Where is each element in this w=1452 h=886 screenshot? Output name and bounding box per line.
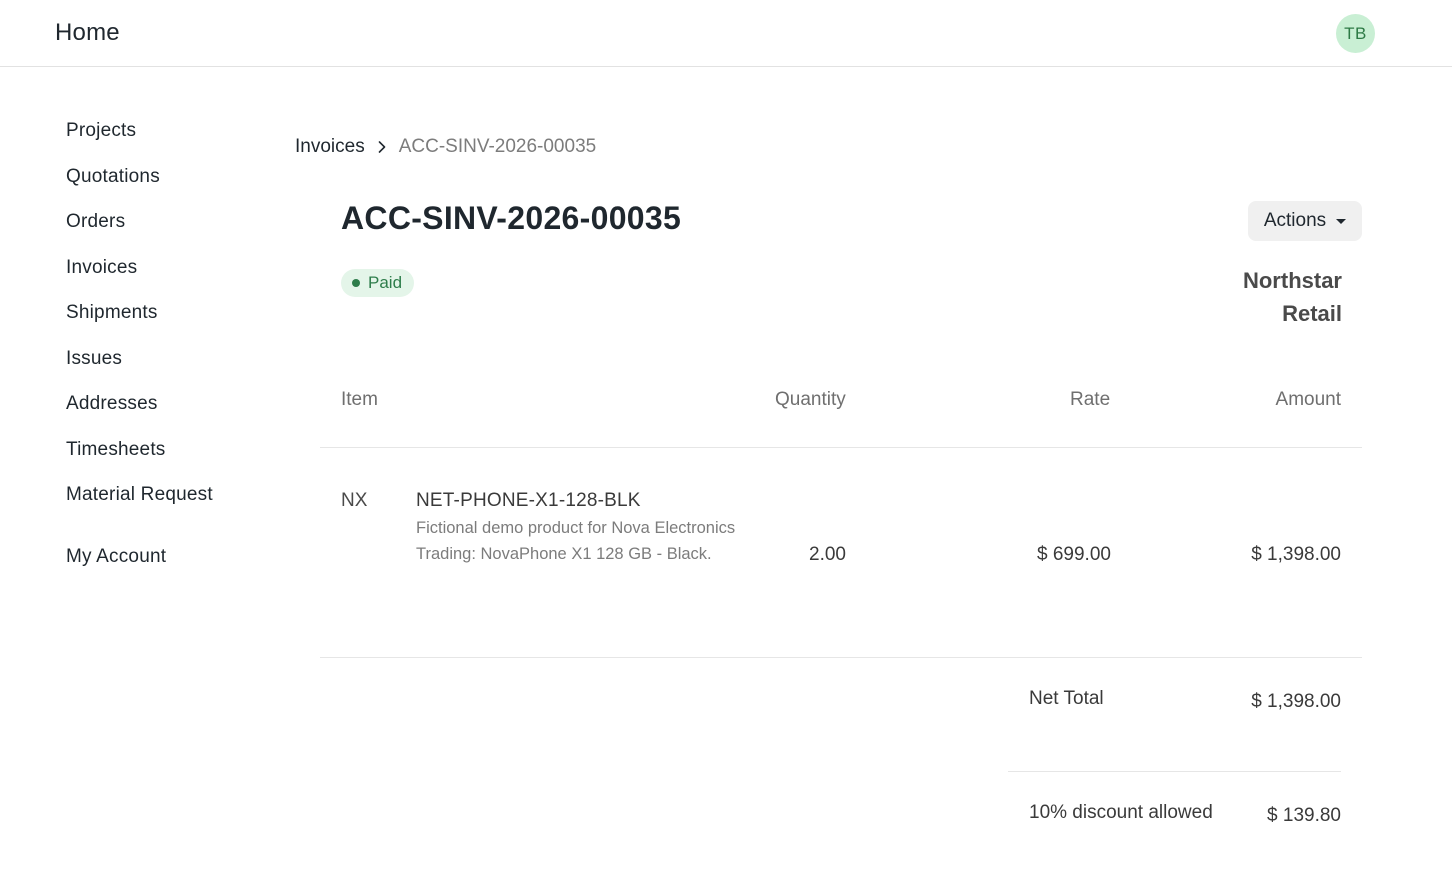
user-avatar[interactable]: TB <box>1336 14 1375 53</box>
column-header-amount: Amount <box>1275 389 1341 410</box>
breadcrumb-current: ACC-SINV-2026-00035 <box>398 136 597 157</box>
status-badge: Paid <box>341 269 415 297</box>
item-code: NET-PHONE-X1-128-BLK <box>416 490 641 511</box>
breadcrumb-invoices-link[interactable]: Invoices <box>295 136 365 158</box>
item-thumbnail: NX <box>341 490 368 511</box>
total-row-net-total: Net Total $ 1,398.00 <box>1008 658 1341 772</box>
item-amount: $ 1,398.00 <box>1251 544 1341 565</box>
company-name: Northstar Retail <box>1242 268 1342 326</box>
home-link[interactable]: Home <box>55 19 120 47</box>
breadcrumb: Invoices ACC-SINV-2026-00035 <box>295 136 596 158</box>
caret-down-icon <box>1336 218 1347 224</box>
table-row: NX NET-PHONE-X1-128-BLK Fictional demo p… <box>320 448 1362 658</box>
actions-button-label: Actions <box>1263 210 1327 231</box>
totals-section: Net Total $ 1,398.00 10% discount allowe… <box>1008 658 1341 886</box>
sidebar-item-orders[interactable]: Orders <box>66 209 266 255</box>
column-header-quantity: Quantity <box>775 389 846 410</box>
item-quantity: 2.00 <box>809 544 846 565</box>
total-value: $ 1,398.00 <box>1251 691 1341 712</box>
column-header-rate: Rate <box>1070 389 1111 410</box>
status-dot-icon <box>352 279 360 287</box>
status-label: Paid <box>368 273 403 292</box>
sidebar-item-addresses[interactable]: Addresses <box>66 391 266 437</box>
chevron-right-icon <box>377 140 387 154</box>
top-navbar: Home TB <box>0 0 1452 67</box>
sidebar-item-invoices[interactable]: Invoices <box>66 255 266 301</box>
page-title: ACC-SINV-2026-00035 <box>341 200 682 236</box>
total-label: 10% discount allowed <box>1029 802 1213 823</box>
item-description: Fictional demo product for Nova Electron… <box>416 519 736 563</box>
sidebar-item-projects[interactable]: Projects <box>66 118 266 164</box>
actions-dropdown-button[interactable]: Actions <box>1248 201 1362 241</box>
item-rate: $ 699.00 <box>1037 544 1111 565</box>
sidebar-item-timesheets[interactable]: Timesheets <box>66 437 266 483</box>
sidebar-item-issues[interactable]: Issues <box>66 346 266 392</box>
items-table-header: Item Quantity Rate Amount <box>320 378 1362 448</box>
sidebar: Projects Quotations Orders Invoices Ship… <box>66 118 266 567</box>
sidebar-item-shipments[interactable]: Shipments <box>66 300 266 346</box>
column-header-item: Item <box>341 389 378 410</box>
sidebar-item-quotations[interactable]: Quotations <box>66 164 266 210</box>
total-label: Net Total <box>1029 688 1104 709</box>
sidebar-item-material-request[interactable]: Material Request <box>66 482 266 528</box>
total-value: $ 139.80 <box>1267 805 1341 826</box>
total-row-discount: 10% discount allowed $ 139.80 <box>1008 772 1341 886</box>
sidebar-item-my-account[interactable]: My Account <box>66 544 166 590</box>
